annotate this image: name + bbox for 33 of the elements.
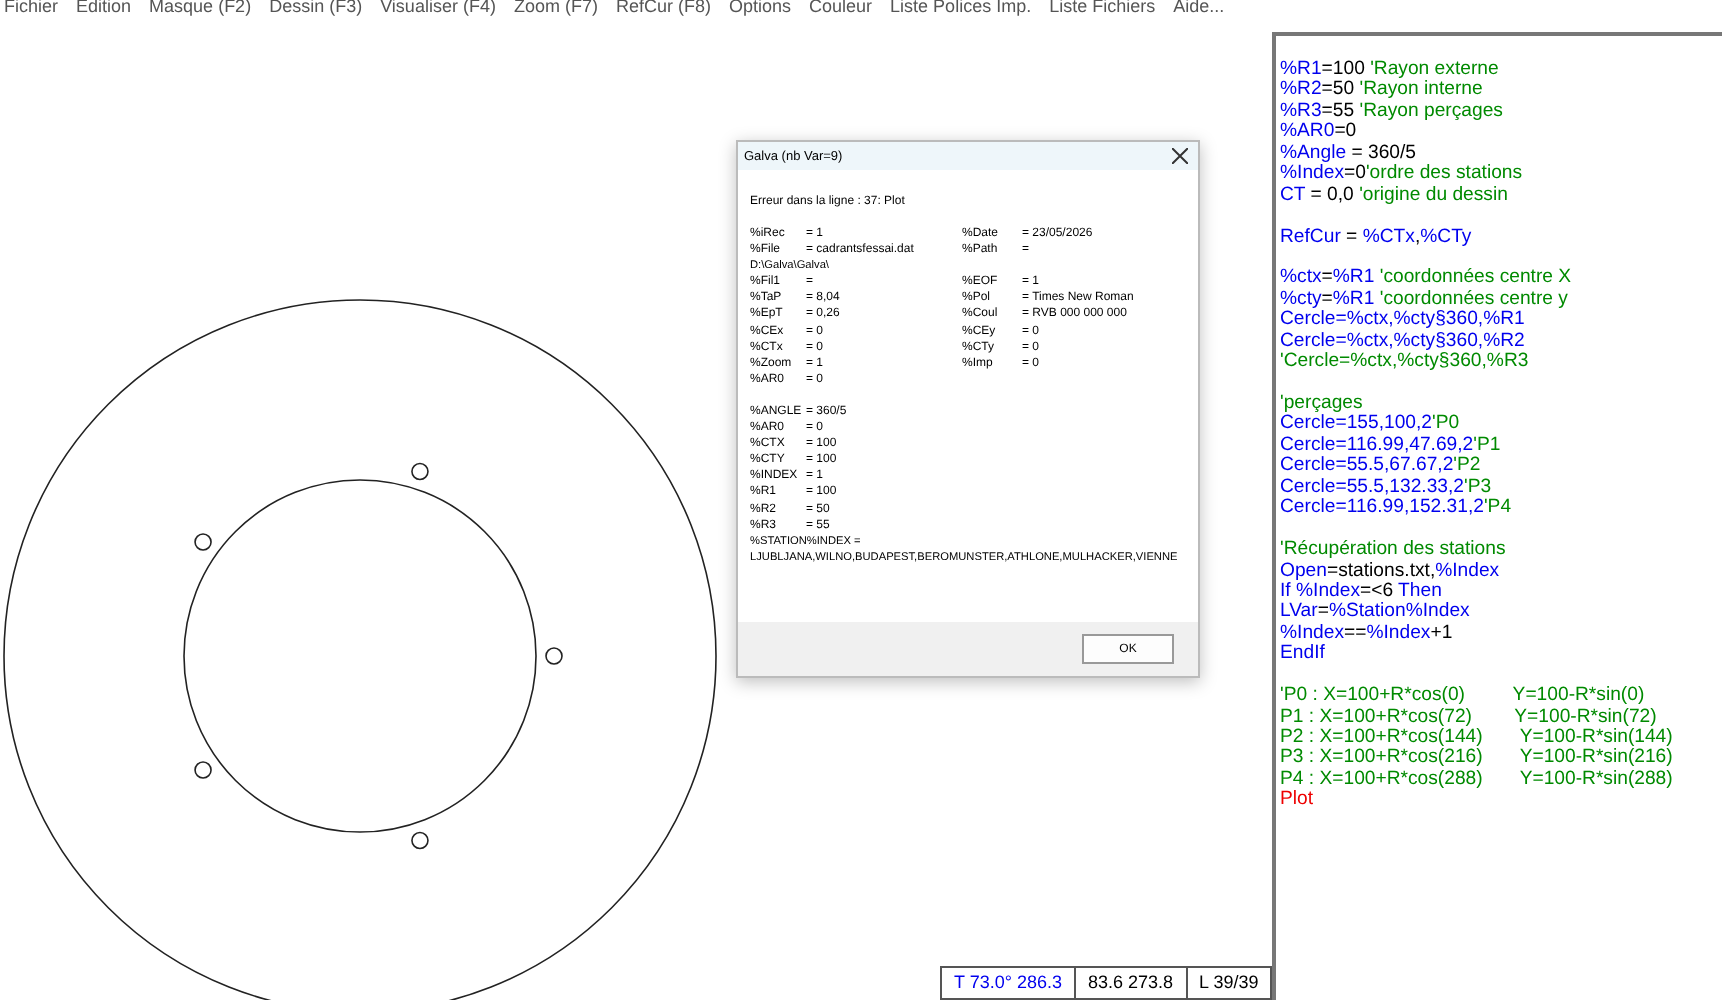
code-line: Cercle=116.99,47.69,2'P1	[1280, 433, 1501, 456]
code-line: Cercle=%ctx,%cty§360,%R2	[1280, 329, 1525, 352]
code-line: RefCur = %CTx,%CTy	[1280, 225, 1472, 247]
code-line: Cercle=%ctx,%cty§360,%R1	[1280, 308, 1525, 331]
code-line: LVar=%Station%Index	[1280, 600, 1470, 623]
code-line: P1 : X=100+R*cos(72) Y=100-R*sin(72)	[1280, 705, 1657, 728]
code-line: %cty=%R1 'coordonnées centre y	[1280, 287, 1568, 310]
code-line: Cercle=155,100,2'P0	[1280, 412, 1460, 435]
code-line: %R2=50 'Rayon interne	[1280, 78, 1483, 101]
code-line: %R1=100 'Rayon externe	[1280, 58, 1499, 80]
code-line: %Angle = 360/5	[1280, 141, 1417, 164]
code-line: %ctx=%R1 'coordonnées centre X	[1280, 266, 1572, 289]
close-icon[interactable]	[1172, 148, 1188, 164]
code-line: Cercle=55.5,132.33,2'P3	[1280, 475, 1492, 498]
code-line: 'Récupération des stations	[1280, 538, 1506, 561]
code-line: P2 : X=100+R*cos(144) Y=100-R*sin(144)	[1280, 726, 1673, 748]
code-line: %Index=0'ordre des stations	[1280, 162, 1523, 185]
code-line: CT = 0,0 'origine du dessin	[1280, 183, 1508, 206]
code-line: P3 : X=100+R*cos(216) Y=100-R*sin(216)	[1280, 746, 1673, 769]
code-line: If %Index=<6 Then	[1280, 579, 1442, 602]
code-line: 'Cercle=%ctx,%cty§360,%R3	[1280, 350, 1529, 373]
code-line: EndIf	[1280, 642, 1325, 665]
code-editor[interactable]	[1272, 32, 1722, 1000]
code-line: %R3=55 'Rayon perçages	[1280, 99, 1503, 122]
code-line: Plot	[1280, 788, 1314, 811]
code-line: 'P0 : X=100+R*cos(0) Y=100-R*sin(0)	[1280, 684, 1645, 707]
code-line: Open=stations.txt,%Index	[1280, 559, 1500, 581]
code-line: %AR0=0	[1280, 120, 1357, 143]
code-line: 'perçages	[1280, 392, 1363, 414]
code-line: Cercle=55.5,67.67,2'P2	[1280, 454, 1481, 477]
code-line: P4 : X=100+R*cos(288) Y=100-R*sin(288)	[1280, 767, 1673, 790]
code-line: Cercle=116.99,152.31,2'P4	[1280, 496, 1512, 519]
code-line: %Index==%Index+1	[1280, 621, 1453, 644]
